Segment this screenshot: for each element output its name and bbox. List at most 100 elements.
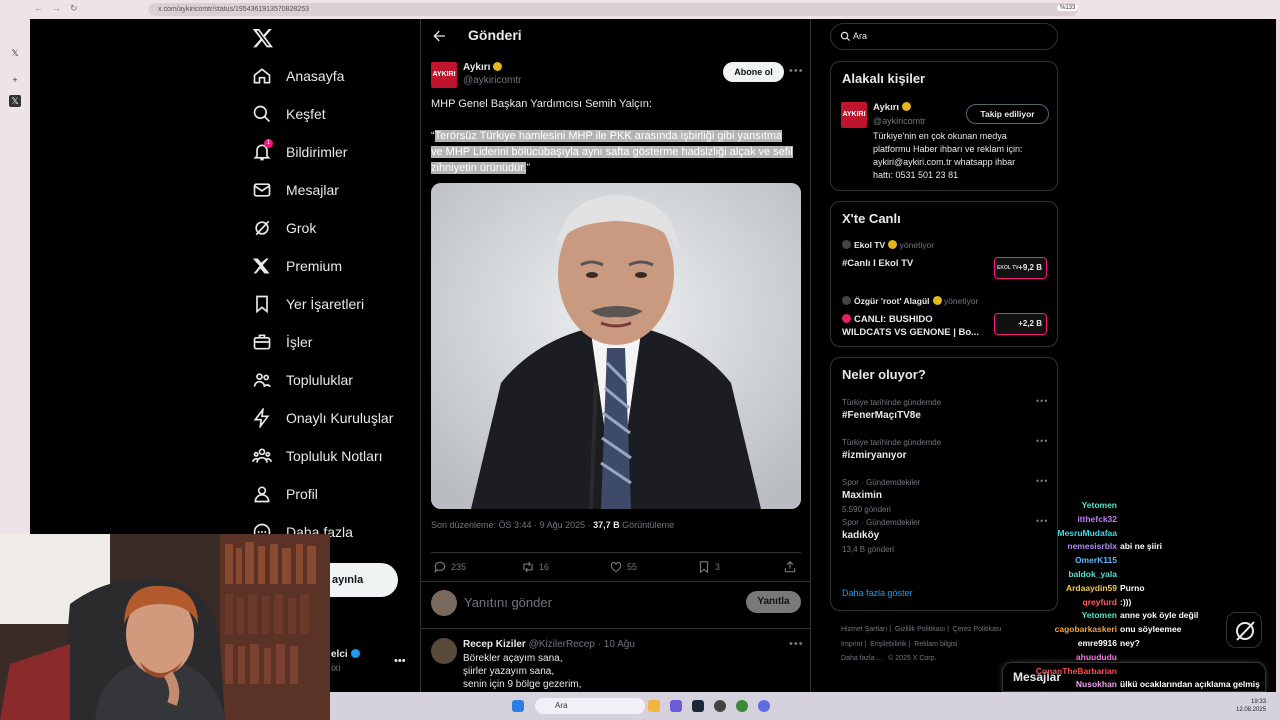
chat-message: Yetomen: [1010, 500, 1280, 513]
chat-username[interactable]: ConanTheBarbarian: [1036, 666, 1117, 676]
chat-username[interactable]: MesruMudafaa: [1057, 528, 1117, 538]
selected-text[interactable]: Terörsüz Türkiye hamlesini MHP ile PKK a…: [431, 130, 793, 174]
related-handle[interactable]: @aykiricomtr: [873, 116, 926, 126]
footer-link[interactable]: Hizmet Şartları: [841, 626, 887, 633]
chat-username[interactable]: emre9916: [1078, 638, 1117, 648]
chat-username[interactable]: qreyfurd: [1083, 597, 1117, 607]
chat-username[interactable]: Ardaaydin59: [1066, 583, 1117, 593]
footer-link[interactable]: Erişilebilirlik: [870, 641, 907, 648]
add-tab-icon[interactable]: +: [9, 74, 21, 86]
chat-username[interactable]: OmerK115: [1075, 555, 1117, 565]
reply-author-name[interactable]: Recep Kiziler: [463, 639, 526, 650]
nav-item-profil[interactable]: Profil: [252, 480, 318, 508]
chat-username[interactable]: nemesisrblx: [1067, 541, 1117, 551]
nav-item-i-şler[interactable]: İşler: [252, 328, 312, 356]
trend-more-icon[interactable]: •••: [1036, 436, 1048, 446]
webcam-overlay: [0, 534, 330, 720]
account-more-icon[interactable]: •••: [394, 655, 406, 667]
nav-item-topluluk-notları[interactable]: Topluluk Notları: [252, 442, 383, 470]
nav-item-grok[interactable]: Grok: [252, 214, 316, 242]
reload-icon[interactable]: ↻: [70, 3, 78, 14]
repost-icon: [523, 561, 533, 573]
tweet-text-intro: MHP Genel Başkan Yardımcısı Semih Yalçın…: [431, 98, 652, 110]
chat-username[interactable]: itthefck32: [1077, 514, 1117, 524]
search-bar[interactable]: Ara: [830, 23, 1058, 50]
obs-icon[interactable]: [714, 700, 726, 712]
file-explorer-icon[interactable]: [648, 700, 660, 712]
nav-item-topluluklar[interactable]: Topluluklar: [252, 366, 353, 394]
chat-username[interactable]: Yetomen: [1082, 610, 1117, 620]
nav-item-keşfet[interactable]: Keşfet: [252, 100, 326, 128]
reply-author-avatar[interactable]: [431, 638, 457, 664]
x-logo-icon[interactable]: [252, 27, 274, 49]
live-title-line: WILDCATS VS GENONE | Bo...: [842, 327, 980, 338]
more-options-icon[interactable]: •••: [789, 65, 804, 77]
post-button-partial[interactable]: ayınla: [330, 563, 398, 597]
tweet-photo[interactable]: [431, 183, 801, 509]
nav-item-onaylı-kuruluşlar[interactable]: Onaylı Kuruluşlar: [252, 404, 393, 432]
nav-item-mesajlar[interactable]: Mesajlar: [252, 176, 339, 204]
trend-more-icon[interactable]: •••: [1036, 396, 1048, 406]
footer-link[interactable]: Çerez Politikası: [953, 626, 1002, 633]
app-icon[interactable]: [736, 700, 748, 712]
system-clock[interactable]: 19:33 12.08.2025: [1236, 698, 1266, 714]
footer-link[interactable]: Gizlilik Politikası: [895, 626, 945, 633]
live-host: Özgür 'root' Alagül yönetiyor: [842, 296, 978, 306]
nav-item-premium[interactable]: Premium: [252, 252, 342, 280]
steam-icon[interactable]: [692, 700, 704, 712]
browser-icon[interactable]: [758, 700, 770, 712]
reply-button[interactable]: Yanıtla: [746, 591, 801, 613]
live-host: Ekol TV yönetiyor: [842, 240, 934, 250]
subscribe-button[interactable]: Abone ol: [723, 62, 784, 82]
trend-more-icon[interactable]: •••: [1036, 476, 1048, 486]
nav-item-bildirimler[interactable]: 1 Bildirimler: [252, 138, 347, 166]
author-avatar[interactable]: AYKIRI: [431, 62, 457, 88]
address-bar[interactable]: x.com/aykiricomtr/status/195436191357082…: [148, 3, 1078, 16]
share-action[interactable]: [783, 560, 801, 574]
nav-item-yer-i-şaretleri[interactable]: Yer İşaretleri: [252, 290, 364, 318]
author-handle[interactable]: @aykiricomtr: [463, 75, 522, 86]
related-title: Alakalı kişiler: [842, 71, 926, 86]
footer-link[interactable]: Imprint: [841, 641, 862, 648]
back-arrow-icon[interactable]: ←: [34, 3, 43, 13]
nav-label: İşler: [286, 334, 313, 350]
author-name[interactable]: Aykırı: [463, 62, 503, 73]
show-more-link[interactable]: Daha fazla göster: [842, 588, 913, 598]
community-notes-icon: [252, 448, 272, 463]
live-listener-count[interactable]: EKOL TV +9,2 B: [994, 257, 1047, 279]
footer-link[interactable]: Reklam bilgisi: [914, 641, 957, 648]
back-arrow-icon[interactable]: [431, 28, 447, 44]
live-host-avatar: [842, 240, 851, 249]
repost-action[interactable]: 16: [521, 560, 549, 574]
related-avatar[interactable]: AYKIRI: [841, 102, 867, 128]
like-action[interactable]: 55: [609, 560, 637, 574]
chat-username[interactable]: ahuududu: [1076, 652, 1117, 662]
app-icon[interactable]: [670, 700, 682, 712]
chat-username[interactable]: cagobarkaskeri: [1055, 624, 1117, 634]
live-title-line: CANLI: BUSHIDO: [842, 314, 933, 325]
chat-username[interactable]: baldok_yala: [1068, 569, 1117, 579]
live-host-avatar: [842, 296, 851, 305]
following-button[interactable]: Takip ediliyor: [966, 104, 1049, 124]
search-input[interactable]: Ara: [853, 31, 867, 41]
my-avatar[interactable]: [431, 590, 457, 616]
forward-arrow-icon[interactable]: →: [52, 3, 61, 13]
zoom-indicator[interactable]: %133: [1057, 5, 1079, 11]
reply-more-icon[interactable]: •••: [789, 638, 804, 650]
live-listener-count[interactable]: +2,2 B: [994, 313, 1047, 335]
bookmark-action[interactable]: 3: [697, 560, 720, 574]
taskbar-search[interactable]: Ara: [535, 698, 645, 714]
active-x-tab-icon[interactable]: 𝕏: [9, 95, 21, 107]
x-tab-icon[interactable]: 𝕏: [9, 47, 21, 59]
windows-start-icon[interactable]: [512, 700, 524, 712]
nav-item-anasayfa[interactable]: Anasayfa: [252, 62, 344, 90]
reply-input[interactable]: Yanıtını gönder: [464, 595, 552, 610]
chat-username[interactable]: Nusokhan: [1076, 679, 1117, 689]
chat-username[interactable]: Yetomen: [1082, 500, 1117, 510]
browser-side-rail: 𝕏 + 𝕏: [0, 19, 30, 534]
account-name-partial[interactable]: elci: [331, 649, 360, 660]
related-name[interactable]: Aykırı: [873, 102, 912, 113]
footer-more-link[interactable]: Daha fazla ...: [841, 655, 882, 662]
reply-action[interactable]: 235: [433, 560, 466, 574]
taskbar-search-label: Ara: [555, 701, 568, 710]
